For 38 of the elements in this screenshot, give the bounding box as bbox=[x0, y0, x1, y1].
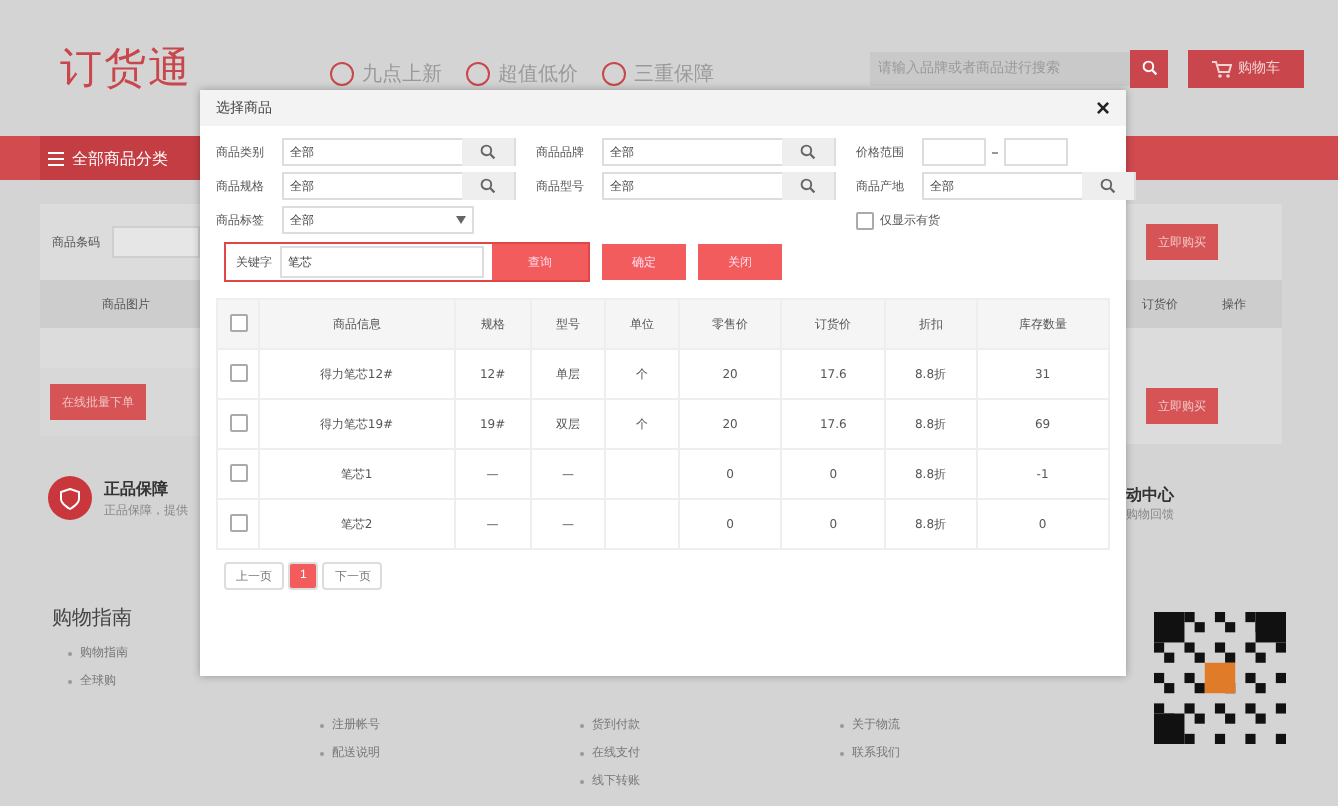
feature-icon bbox=[602, 62, 626, 86]
lookup-button[interactable] bbox=[782, 138, 834, 166]
feature-label: 九点上新 bbox=[330, 60, 442, 88]
lookup-button[interactable] bbox=[1082, 172, 1134, 200]
guarantee-title: 正品保障 bbox=[104, 477, 170, 499]
footer-heading: 购物指南 bbox=[50, 605, 134, 634]
search-icon bbox=[480, 144, 496, 160]
feature-icon bbox=[330, 62, 354, 86]
search-button[interactable] bbox=[1130, 49, 1168, 87]
feature-label: 三重保障 bbox=[602, 60, 714, 88]
search-icon bbox=[1100, 178, 1116, 194]
row-checkbox[interactable] bbox=[229, 513, 247, 531]
feature-label: 超值低价 bbox=[466, 60, 578, 88]
close-button[interactable]: × bbox=[1095, 94, 1110, 122]
row-checkbox[interactable] bbox=[229, 363, 247, 381]
checkbox[interactable] bbox=[856, 211, 874, 229]
search-icon bbox=[480, 178, 496, 194]
activity-title: 动中心 bbox=[1126, 484, 1176, 506]
min-price-field[interactable] bbox=[922, 138, 986, 166]
lookup-button[interactable] bbox=[782, 172, 834, 200]
search-icon bbox=[1141, 60, 1157, 76]
search-icon bbox=[800, 144, 816, 160]
logo[interactable]: 订货通 bbox=[60, 40, 330, 96]
lookup-button[interactable] bbox=[462, 172, 514, 200]
feature-icon bbox=[466, 62, 490, 86]
barcode-field[interactable] bbox=[112, 226, 200, 258]
cart-icon bbox=[1212, 59, 1232, 77]
search-icon bbox=[800, 178, 816, 194]
caret-icon bbox=[456, 216, 466, 224]
row-checkbox[interactable] bbox=[229, 413, 247, 431]
row-checkbox[interactable] bbox=[229, 463, 247, 481]
lookup-button[interactable] bbox=[462, 138, 514, 166]
category-menu-button[interactable]: 全部商品分类 bbox=[40, 136, 200, 180]
qr-code-icon bbox=[1154, 612, 1286, 744]
shield-icon bbox=[48, 476, 92, 520]
menu-icon bbox=[48, 151, 64, 165]
select-all-checkbox[interactable] bbox=[229, 313, 247, 331]
max-price-field[interactable] bbox=[1004, 138, 1068, 166]
